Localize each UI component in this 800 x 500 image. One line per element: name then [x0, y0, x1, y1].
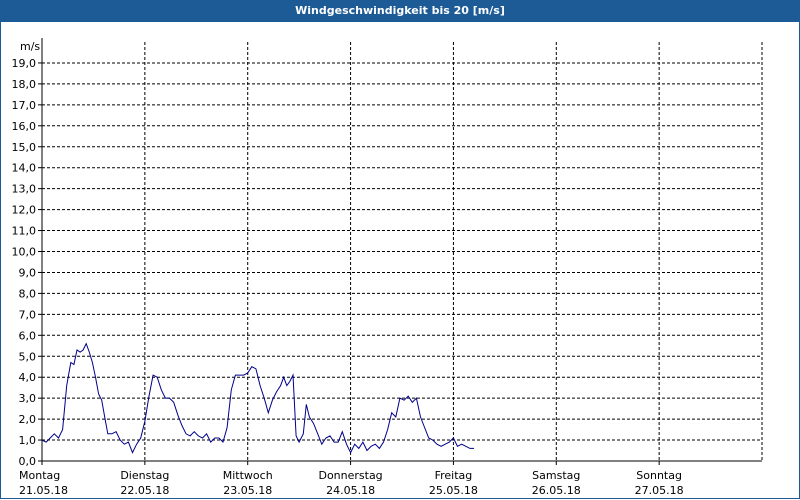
x-tick-date-label: 27.05.18 [635, 484, 684, 497]
y-tick-label: 8,0 [19, 287, 37, 300]
y-tick-label: 3,0 [19, 392, 37, 405]
y-axis-unit-label: m/s [20, 40, 40, 53]
y-tick-label: 6,0 [19, 329, 37, 342]
y-tick-labels: 0,0 1,0 2,0 3,0 4,0 5,0 6,0 7,0 8,0 9,0 10,0 11,0 12… [12, 57, 42, 468]
y-tick-label: 2,0 [19, 413, 37, 426]
axes [41, 38, 762, 462]
y-tick-label: 10,0 [12, 246, 37, 259]
y-tick-label: 5,0 [19, 350, 37, 363]
x-tick-date-label: 25.05.18 [429, 484, 478, 497]
x-tick-day-label: Freitag [435, 469, 473, 482]
x-tick-day-label: Mittwoch [223, 469, 273, 482]
x-tick-day-label: Samstag [532, 469, 580, 482]
y-tick-label: 13,0 [12, 183, 37, 196]
y-tick-label: 16,0 [12, 120, 37, 133]
x-tick-day-label: Donnerstag [318, 469, 382, 482]
x-tick-date-label: 23.05.18 [223, 484, 272, 497]
y-tick-label: 14,0 [12, 162, 37, 175]
y-tick-label: 11,0 [12, 225, 37, 238]
x-tick-day-label: Montag [19, 469, 60, 482]
x-tick-date-label: 21.05.18 [19, 484, 68, 497]
grid-lines [42, 42, 763, 461]
y-tick-label: 12,0 [12, 204, 37, 217]
y-tick-label: 9,0 [19, 266, 37, 279]
x-tick-date-label: 24.05.18 [326, 484, 375, 497]
y-tick-label: 18,0 [12, 78, 37, 91]
y-tick-label: 0,0 [19, 455, 37, 468]
x-tick-labels: Montag 21.05.18 Dienstag 22.05.18 Mittwoch 23… [19, 461, 684, 497]
x-tick-date-label: 26.05.18 [532, 484, 581, 497]
y-tick-label: 15,0 [12, 141, 37, 154]
wind-speed-chart: 0,0 1,0 2,0 3,0 4,0 5,0 6,0 7,0 8,0 9,0 10,0 11,0 12… [12, 38, 763, 497]
x-tick-date-label: 22.05.18 [120, 484, 169, 497]
x-tick-day-label: Dienstag [120, 469, 169, 482]
y-tick-label: 17,0 [12, 99, 37, 112]
x-tick-day-label: Sonntag [636, 469, 682, 482]
y-tick-label: 19,0 [12, 57, 37, 70]
y-tick-label: 4,0 [19, 371, 37, 384]
y-tick-label: 1,0 [19, 434, 37, 447]
y-tick-label: 7,0 [19, 308, 37, 321]
